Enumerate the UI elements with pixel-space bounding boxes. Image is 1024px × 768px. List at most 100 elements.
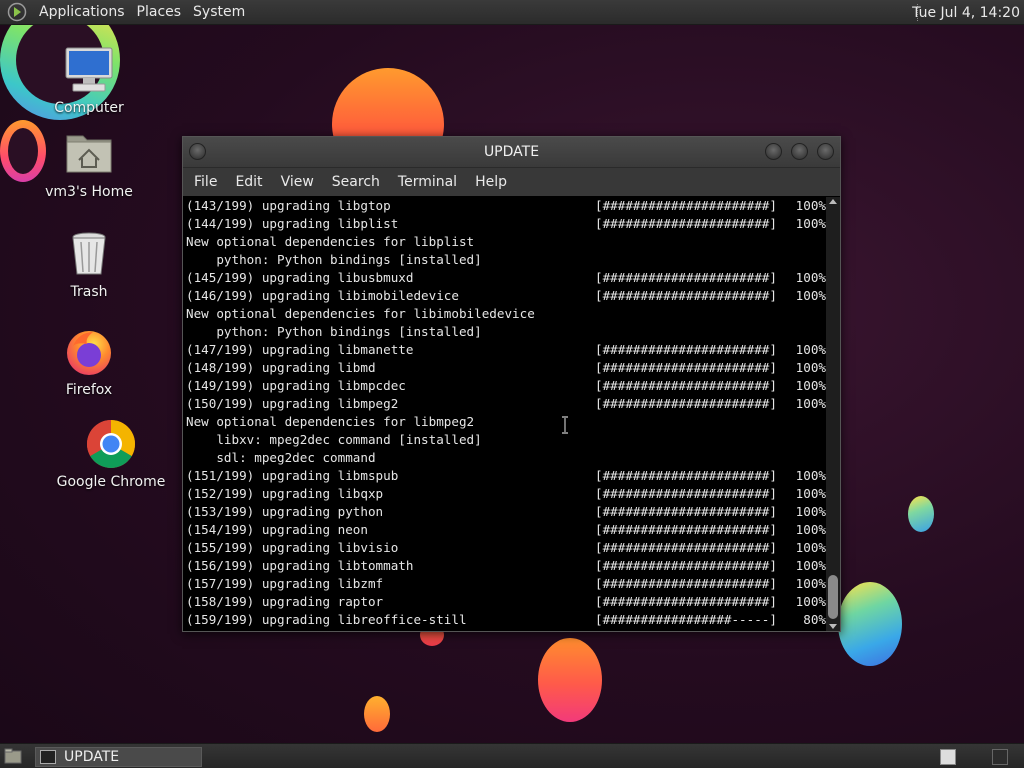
- show-desktop-icon[interactable]: [4, 748, 22, 764]
- progress-percent: 100%: [795, 270, 826, 285]
- terminal-line-text: (147/199) upgrading libmanette: [186, 342, 414, 357]
- desktop-icon-computer[interactable]: Computer: [34, 44, 144, 116]
- desktop-icon-home[interactable]: vm3's Home: [34, 128, 144, 200]
- minimize-button[interactable]: [765, 143, 782, 160]
- menu-help[interactable]: Help: [466, 174, 516, 190]
- menu-edit[interactable]: Edit: [226, 174, 271, 190]
- progress-bar-text: [######################]: [595, 378, 777, 393]
- window-menu-button[interactable]: [189, 143, 206, 160]
- terminal-line: (150/199) upgrading libmpeg2 [###########…: [186, 395, 826, 413]
- desktop-icon-label: Trash: [70, 284, 108, 300]
- top-panel: Applications Places System Tue Jul 4, 14…: [0, 0, 1024, 25]
- desktop-icon-label: Firefox: [65, 382, 113, 398]
- scrollbar-thumb[interactable]: [828, 575, 838, 619]
- terminal-line-text: (149/199) upgrading libmpcdec: [186, 378, 406, 393]
- terminal-line: New optional dependencies for libplist: [186, 233, 826, 251]
- menu-applications[interactable]: Applications: [33, 4, 131, 20]
- clock[interactable]: Tue Jul 4, 14:20: [912, 0, 1020, 25]
- terminal-window[interactable]: UPDATE File Edit View Search Terminal He…: [182, 136, 841, 632]
- terminal-line: (159/199) upgrading libreoffice-still [##…: [186, 611, 826, 629]
- terminal-line-text: (144/199) upgrading libplist: [186, 216, 399, 231]
- progress-percent: 80%: [803, 612, 826, 627]
- terminal-line-text: (151/199) upgrading libmspub: [186, 468, 399, 483]
- progress-percent: 100%: [795, 360, 826, 375]
- menu-system[interactable]: System: [187, 4, 251, 20]
- terminal-menubar: File Edit View Search Terminal Help: [183, 168, 840, 196]
- terminal-line: (147/199) upgrading libmanette [#########…: [186, 341, 826, 359]
- maximize-button[interactable]: [791, 143, 808, 160]
- terminal-line: (152/199) upgrading libqxp [#############…: [186, 485, 826, 503]
- desktop-icon-firefox[interactable]: Firefox: [34, 326, 144, 398]
- terminal-line-text: New optional dependencies for libimobile…: [186, 306, 535, 321]
- terminal-line-text: (143/199) upgrading libgtop: [186, 198, 391, 213]
- wallpaper-shape: [908, 496, 934, 532]
- terminal-output[interactable]: (143/199) upgrading libgtop [############…: [183, 197, 826, 631]
- distro-logo-icon[interactable]: [6, 1, 28, 23]
- terminal-line: (153/199) upgrading python [#############…: [186, 503, 826, 521]
- window-title: UPDATE: [483, 144, 540, 160]
- progress-percent: 100%: [795, 594, 826, 609]
- terminal-line-text: (153/199) upgrading python: [186, 504, 384, 519]
- close-button[interactable]: [817, 143, 834, 160]
- firefox-icon: [63, 326, 115, 378]
- trash-icon: [63, 228, 115, 280]
- terminal-line: (145/199) upgrading libusbmuxd [#########…: [186, 269, 826, 287]
- menu-places[interactable]: Places: [131, 4, 188, 20]
- terminal-icon: [40, 750, 56, 764]
- progress-bar-text: [######################]: [595, 558, 777, 573]
- menu-search[interactable]: Search: [323, 174, 389, 190]
- terminal-line-text: (155/199) upgrading libvisio: [186, 540, 399, 555]
- terminal-line: python: Python bindings [installed]: [186, 251, 826, 269]
- wallpaper-shape: [838, 582, 902, 666]
- scroll-down-icon[interactable]: [829, 624, 837, 629]
- progress-percent: 100%: [795, 486, 826, 501]
- menu-file[interactable]: File: [185, 174, 226, 190]
- terminal-line: New optional dependencies for libmpeg2: [186, 413, 826, 431]
- progress-bar-text: [######################]: [595, 288, 777, 303]
- terminal-line: sdl: mpeg2dec command: [186, 449, 826, 467]
- progress-bar-text: [######################]: [595, 540, 777, 555]
- progress-percent: 100%: [795, 378, 826, 393]
- progress-bar-text: [######################]: [595, 522, 777, 537]
- terminal-line-text: (152/199) upgrading libqxp: [186, 486, 384, 501]
- terminal-line-text: (158/199) upgrading raptor: [186, 594, 384, 609]
- desktop-icon-chrome[interactable]: Google Chrome: [56, 418, 166, 490]
- progress-bar-text: [######################]: [595, 342, 777, 357]
- terminal-line-text: (159/199) upgrading libreoffice-still: [186, 612, 467, 627]
- desktop-icon-trash[interactable]: Trash: [34, 228, 144, 300]
- progress-bar-text: [######################]: [595, 360, 777, 375]
- taskbar-item-update[interactable]: UPDATE: [35, 747, 202, 767]
- workspace-1[interactable]: [940, 749, 956, 765]
- terminal-line-text: (145/199) upgrading libusbmuxd: [186, 270, 414, 285]
- progress-bar-text: [######################]: [595, 594, 777, 609]
- computer-icon: [63, 44, 115, 96]
- window-titlebar[interactable]: UPDATE: [183, 137, 840, 168]
- terminal-line-text: python: Python bindings [installed]: [186, 252, 482, 267]
- progress-bar-text: [######################]: [595, 198, 777, 213]
- progress-percent: 100%: [795, 558, 826, 573]
- taskbar-item-label: UPDATE: [64, 749, 120, 765]
- progress-percent: 100%: [795, 198, 826, 213]
- progress-percent: 100%: [795, 288, 826, 303]
- wallpaper-shape: [364, 696, 390, 732]
- workspace-2[interactable]: [992, 749, 1008, 765]
- progress-bar-text: [######################]: [595, 468, 777, 483]
- progress-percent: 100%: [795, 576, 826, 591]
- progress-bar-text: [######################]: [595, 270, 777, 285]
- terminal-line-text: (146/199) upgrading libimobiledevice: [186, 288, 459, 303]
- terminal-line-text: (157/199) upgrading libzmf: [186, 576, 384, 591]
- progress-percent: 100%: [795, 396, 826, 411]
- progress-percent: 100%: [795, 468, 826, 483]
- menu-terminal[interactable]: Terminal: [389, 174, 466, 190]
- progress-bar-text: [######################]: [595, 216, 777, 231]
- menu-view[interactable]: View: [272, 174, 323, 190]
- text-cursor-icon: [562, 416, 568, 434]
- terminal-scrollbar[interactable]: [826, 197, 840, 631]
- terminal-line: (146/199) upgrading libimobiledevice [###…: [186, 287, 826, 305]
- terminal-line: python: Python bindings [installed]: [186, 323, 826, 341]
- terminal-line-text: (154/199) upgrading neon: [186, 522, 368, 537]
- scroll-up-icon[interactable]: [829, 199, 837, 204]
- desktop-icon-label: Google Chrome: [56, 474, 166, 490]
- progress-bar-text: [#################-----]: [595, 612, 777, 627]
- progress-percent: 100%: [795, 504, 826, 519]
